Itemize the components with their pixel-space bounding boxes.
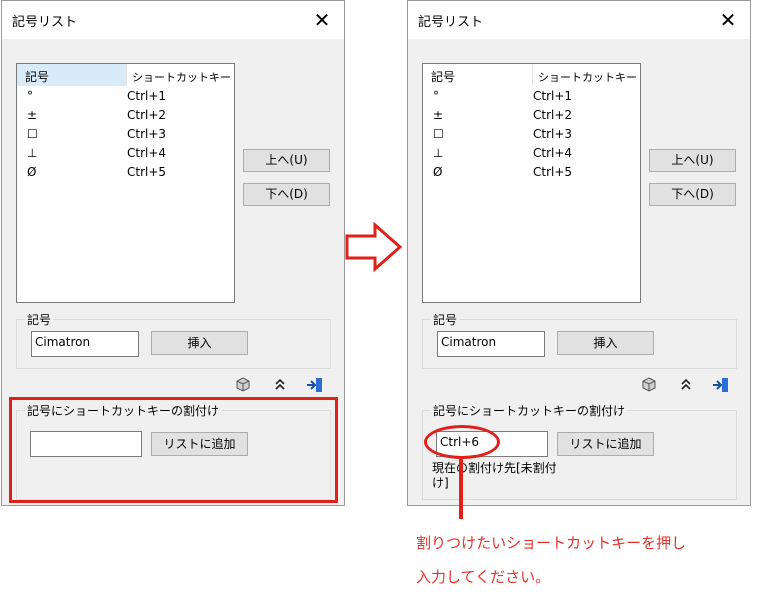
list-item[interactable]: ⊥ Ctrl+4 (17, 143, 234, 162)
shortcut-cell: Ctrl+1 (533, 88, 573, 103)
column-header-symbol[interactable]: 記号 (423, 64, 533, 86)
dialog-title: 記号リスト (418, 15, 484, 30)
double-chevron-up-icon[interactable] (679, 377, 693, 394)
column-header-symbol[interactable]: 記号 (17, 64, 127, 86)
symbol-group-label: 記号 (431, 311, 460, 328)
move-down-button[interactable]: 下へ(D) (649, 183, 736, 206)
insert-button[interactable]: 挿入 (557, 331, 654, 355)
symbol-cell: ± (433, 107, 444, 122)
annotation-text: 割りつけたいショートカットキーを押し 入力してください。 (416, 526, 686, 594)
list-item[interactable]: ⊥ Ctrl+4 (423, 143, 640, 162)
arrow-right-icon (345, 221, 403, 275)
assignment-status: 現在の割付け先[未割付 け] (432, 461, 557, 491)
shortcut-cell: Ctrl+5 (533, 164, 573, 179)
add-to-list-button[interactable]: リストに追加 (557, 432, 654, 456)
title-bar: 記号リスト ✕ (408, 1, 750, 39)
shortcut-assign-label: 記号にショートカットキーの割付け (431, 402, 628, 419)
list-header: 記号 ショートカットキー (423, 64, 640, 86)
close-button[interactable]: ✕ (706, 1, 750, 39)
symbol-group-label: 記号 (25, 311, 54, 328)
annotation-line-1: 割りつけたいショートカットキーを押し (416, 534, 687, 552)
symbol-cell: ° (433, 88, 439, 103)
title-bar: 記号リスト ✕ (2, 1, 344, 39)
list-item[interactable]: ± Ctrl+2 (423, 105, 640, 124)
list-item[interactable]: ° Ctrl+1 (17, 86, 234, 105)
insert-button[interactable]: 挿入 (151, 331, 248, 355)
shortcut-cell: Ctrl+1 (127, 88, 167, 103)
callout-line (459, 459, 463, 519)
dialog-title: 記号リスト (12, 15, 78, 30)
symbol-cell: ⊥ (433, 145, 444, 160)
list-item[interactable]: Ø Ctrl+5 (423, 162, 640, 181)
list-item[interactable]: ° Ctrl+1 (423, 86, 640, 105)
cube-icon[interactable] (235, 377, 251, 396)
annotation-line-2: 入力してください。 (416, 568, 551, 586)
list-item[interactable]: ☐ Ctrl+3 (423, 124, 640, 143)
highlight-circle (424, 425, 500, 459)
highlight-box (9, 397, 338, 503)
symbol-shortcut-list[interactable]: 記号 ショートカットキー ° Ctrl+1 ± Ctrl+2 ☐ Ctrl+3 ⊥ Ct… (422, 63, 641, 303)
shortcut-cell: Ctrl+3 (533, 126, 573, 141)
shortcut-cell: Ctrl+2 (533, 107, 573, 122)
list-item[interactable]: Ø Ctrl+5 (17, 162, 234, 181)
move-up-button[interactable]: 上へ(U) (649, 149, 736, 172)
symbol-cell: ⊥ (27, 145, 38, 160)
shortcut-cell: Ctrl+3 (127, 126, 167, 141)
move-up-button[interactable]: 上へ(U) (243, 149, 330, 172)
list-item[interactable]: ☐ Ctrl+3 (17, 124, 234, 143)
symbol-cell: ☐ (27, 126, 38, 141)
symbol-shortcut-list[interactable]: 記号 ショートカットキー ° Ctrl+1 ± Ctrl+2 ☐ Ctrl+3 ⊥ Ct… (16, 63, 235, 303)
double-chevron-up-icon[interactable] (273, 377, 287, 394)
cube-icon[interactable] (641, 377, 657, 396)
symbol-cell: ° (27, 88, 33, 103)
symbol-input[interactable]: Cimatron (437, 331, 545, 357)
shortcut-cell: Ctrl+5 (127, 164, 167, 179)
status-line-2: け] (432, 476, 449, 490)
shortcut-cell: Ctrl+4 (127, 145, 167, 160)
symbol-cell: Ø (433, 164, 443, 179)
shortcut-cell: Ctrl+2 (127, 107, 167, 122)
symbol-input[interactable]: Cimatron (31, 331, 139, 357)
column-header-shortcut[interactable]: ショートカットキー (533, 64, 640, 86)
symbol-cell: ☐ (433, 126, 444, 141)
column-header-shortcut[interactable]: ショートカットキー (127, 64, 234, 86)
close-button[interactable]: ✕ (300, 1, 344, 39)
list-header: 記号 ショートカットキー (17, 64, 234, 86)
shortcut-cell: Ctrl+4 (533, 145, 573, 160)
symbol-cell: ± (27, 107, 38, 122)
exit-icon[interactable] (712, 376, 730, 397)
symbol-cell: Ø (27, 164, 37, 179)
list-item[interactable]: ± Ctrl+2 (17, 105, 234, 124)
status-line-1: 現在の割付け先[未割付 (432, 461, 557, 475)
move-down-button[interactable]: 下へ(D) (243, 183, 330, 206)
exit-icon[interactable] (306, 376, 324, 397)
